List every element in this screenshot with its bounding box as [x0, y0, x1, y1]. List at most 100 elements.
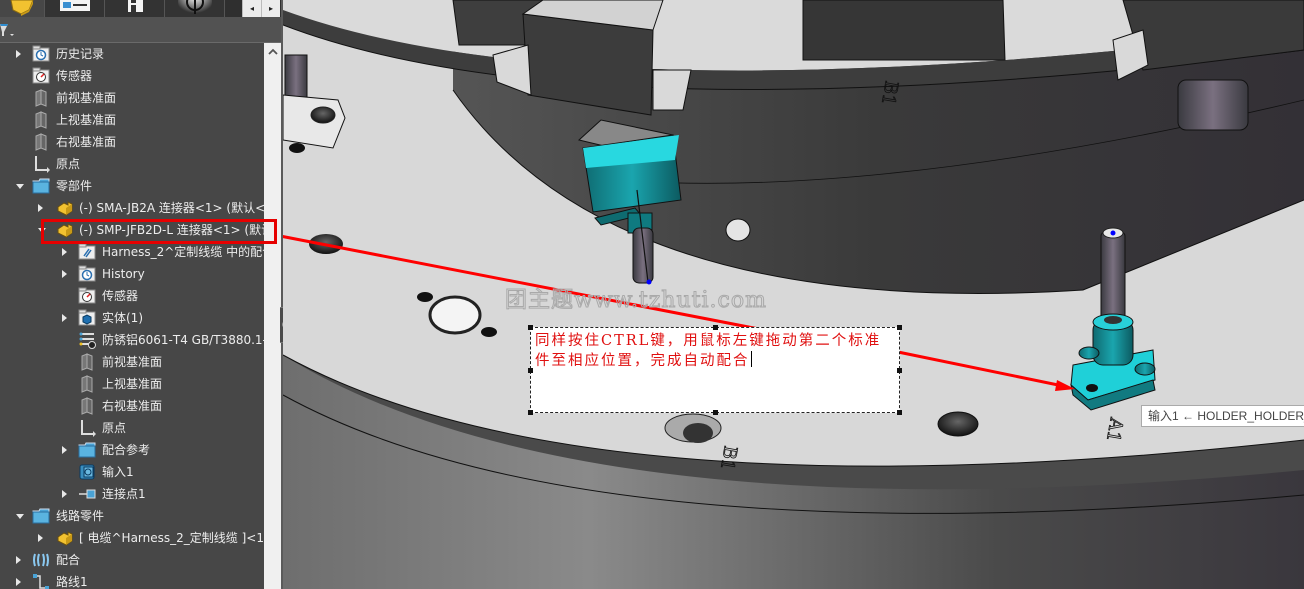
tree-item[interactable]: 配合 [0, 549, 264, 571]
collapse-arrow-icon[interactable] [16, 184, 24, 189]
expand-arrow-icon[interactable] [38, 204, 43, 212]
tree-item-label: 上视基准面 [56, 113, 117, 127]
expand-arrow-icon[interactable] [38, 534, 43, 542]
folder-icon [32, 178, 50, 194]
tree-item-label: 传感器 [102, 289, 139, 303]
tree-item[interactable]: 传感器 [0, 285, 264, 307]
tree-item-label: [ 电缆^Harness_2_定制线缆 ]<1> [79, 531, 264, 545]
graphics-viewport[interactable]: B1 A6 B1 A1 团主题www.tzhuti.com 同样按住CTRL键，… [283, 0, 1304, 589]
tree-item-label: 实体(1) [102, 311, 143, 325]
resize-handle[interactable] [897, 410, 902, 415]
tree-item-label: History [102, 267, 145, 281]
plane-icon [35, 89, 47, 107]
tree-item[interactable]: 配合参考 [0, 439, 264, 461]
resize-handle[interactable] [528, 368, 533, 373]
tree-item[interactable]: 上视基准面 [0, 109, 264, 131]
tree-item[interactable]: 路线1 [0, 571, 264, 589]
scroll-up-button[interactable] [264, 43, 281, 60]
tab-featuremanager[interactable] [0, 0, 45, 17]
tab-scroll-right-button[interactable]: ▸ [261, 0, 280, 17]
plane-icon [35, 111, 47, 129]
tree-item[interactable]: Harness_2^定制线缆 中的配合 [0, 241, 264, 263]
tree-item-label: 右视基准面 [56, 135, 117, 149]
tree-item[interactable]: 传感器 [0, 65, 264, 87]
cad-model-scene: B1 A6 B1 A1 [283, 0, 1304, 589]
left-tab [283, 94, 346, 149]
expand-arrow-icon[interactable] [16, 556, 21, 564]
resize-handle[interactable] [897, 368, 902, 373]
tree-item[interactable]: 历史记录 [0, 43, 264, 65]
tree-item-label: (-) SMA-JB2A 连接器<1> (默认<- [79, 201, 264, 215]
expand-arrow-icon[interactable] [62, 490, 67, 498]
origin-icon [35, 156, 50, 173]
resize-handle[interactable] [528, 410, 533, 415]
tab-dimxpert[interactable] [165, 0, 225, 17]
plane-icon [81, 397, 93, 415]
tab-propertymanager[interactable] [45, 0, 105, 17]
tree-item[interactable]: 前视基准面 [0, 87, 264, 109]
tree-item[interactable]: 输入1 [0, 461, 264, 483]
tree-item-label: 防锈铝6061-T4 GB/T3880.1- [102, 333, 264, 347]
resize-handle[interactable] [713, 325, 718, 330]
tree-item[interactable]: 前视基准面 [0, 351, 264, 373]
filter-icon[interactable] [0, 22, 16, 38]
tree-item-label: 前视基准面 [102, 355, 163, 369]
tree-item-label: 原点 [56, 157, 81, 171]
tree-item[interactable]: 原点 [0, 153, 264, 175]
tree-scrollbar[interactable] [264, 43, 281, 589]
tree-item[interactable]: 右视基准面 [0, 131, 264, 153]
tree-item[interactable]: 实体(1) [0, 307, 264, 329]
tree-item[interactable]: [ 电缆^Harness_2_定制线缆 ]<1> [0, 527, 264, 549]
feature-manager-panel: ◂ ▸ 历史记录 传感器 前视基准面 上视基准面 右视基准面 原点 零部件 (-) SMA-J… [0, 0, 281, 589]
tree-item[interactable]: 防锈铝6061-T4 GB/T3880.1- [0, 329, 264, 351]
text-caret [750, 351, 752, 367]
tab-configurationmanager[interactable] [105, 0, 165, 17]
tree-item[interactable]: 右视基准面 [0, 395, 264, 417]
assembly-part-icon [57, 201, 73, 216]
tree-item[interactable]: 原点 [0, 417, 264, 439]
property-list-icon [59, 0, 90, 11]
route-icon [33, 574, 49, 589]
config-icon [127, 0, 143, 12]
tree-item-label: 原点 [102, 421, 127, 435]
tab-scroll-buttons: ◂ ▸ [242, 0, 280, 17]
tree-item[interactable]: 零部件 [0, 175, 264, 197]
tree-item-label: 右视基准面 [102, 399, 163, 413]
history-folder-icon [32, 45, 50, 62]
tree-item[interactable]: 线路零件 [0, 505, 264, 527]
note-text-content: 同样按住CTRL键，用鼠标左键拖动第二个标准件至相应位置，完成自动配合 [535, 333, 882, 369]
tree-item-label: 传感器 [56, 69, 93, 83]
tree-item[interactable]: (-) SMA-JB2A 连接器<1> (默认<- [0, 197, 264, 219]
tree-item[interactable]: History [0, 263, 264, 285]
tree-item-label: 配合参考 [102, 443, 151, 457]
annotation-note-box[interactable]: 同样按住CTRL键，用鼠标左键拖动第二个标准件至相应位置，完成自动配合 [528, 325, 902, 415]
chevron-up-icon [267, 48, 278, 55]
top-block-3 [802, 0, 1006, 61]
tree-item[interactable]: 连接点1 [0, 483, 264, 505]
expand-arrow-icon[interactable] [62, 314, 67, 322]
feature-tree: 历史记录 传感器 前视基准面 上视基准面 右视基准面 原点 零部件 (-) SMA-JB2A … [0, 43, 264, 589]
label-b1-upper: B1 [877, 79, 902, 107]
collapse-arrow-icon[interactable] [16, 514, 24, 519]
expand-arrow-icon[interactable] [62, 270, 67, 278]
resize-handle[interactable] [713, 410, 718, 415]
part-yellow-icon [10, 0, 34, 16]
mates-icon [33, 553, 49, 567]
tree-item-label: 输入1 [102, 465, 134, 479]
panel-tab-strip: ◂ ▸ [0, 0, 281, 17]
tab-scroll-left-button[interactable]: ◂ [242, 0, 261, 17]
resize-handle[interactable] [528, 325, 533, 330]
tree-filter-bar [0, 17, 281, 43]
expand-arrow-icon[interactable] [62, 446, 67, 454]
annotation-line-2 [897, 350, 1064, 388]
tree-item-label: 路线1 [56, 575, 88, 589]
plane-icon [35, 133, 47, 151]
expand-arrow-icon[interactable] [16, 50, 21, 58]
annotation-note-text[interactable]: 同样按住CTRL键，用鼠标左键拖动第二个标准件至相应位置，完成自动配合 [535, 331, 895, 371]
folder-icon [78, 442, 96, 458]
tree-item-label: 历史记录 [56, 47, 105, 61]
expand-arrow-icon[interactable] [16, 578, 21, 586]
expand-arrow-icon[interactable] [62, 248, 67, 256]
tree-item[interactable]: 上视基准面 [0, 373, 264, 395]
resize-handle[interactable] [897, 325, 902, 330]
